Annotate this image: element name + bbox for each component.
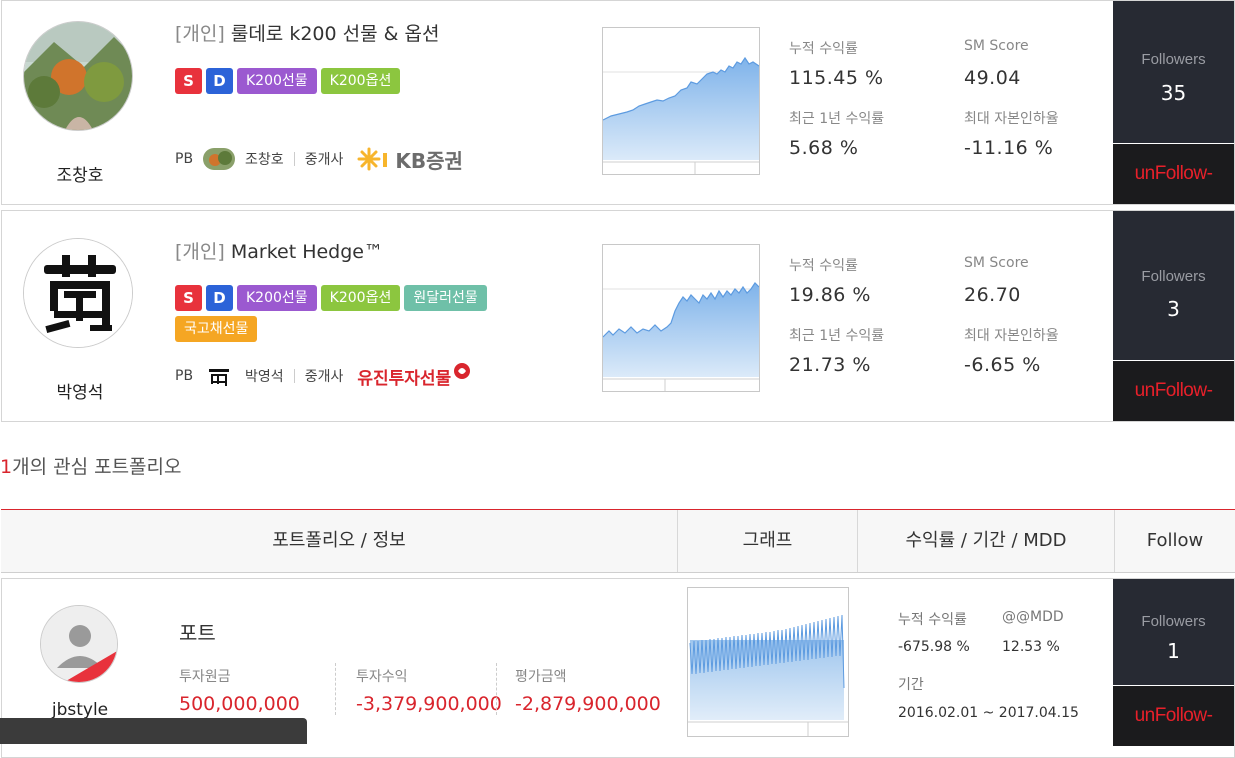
year-return-label: 최근 1년 수익률 — [789, 328, 885, 344]
mdd-label: @@MDD — [1002, 609, 1064, 625]
period-label: 기간 — [898, 677, 924, 693]
pb-label: PB — [175, 151, 194, 167]
strategy-title[interactable]: [개인] Market Hedge™ — [175, 237, 383, 264]
broker-label: 중개사 — [304, 369, 344, 385]
pb-line: PB 조창호 중개사 KB증권 — [175, 145, 463, 174]
mdd-label: 최대 자본인하율 — [964, 328, 1059, 344]
unfollow-button[interactable]: unFollow- — [1113, 686, 1234, 746]
principal-label: 투자원금 — [179, 669, 231, 685]
followers-panel: Followers 35 — [1113, 1, 1234, 143]
th-follow: Follow — [1146, 530, 1204, 551]
badge-s: S — [175, 285, 202, 311]
broker-name: 유진투자선물 — [357, 368, 452, 389]
portfolio-name[interactable]: 포트 — [179, 617, 216, 646]
year-return-label: 최근 1년 수익률 — [789, 111, 885, 127]
performance-chart[interactable] — [602, 27, 760, 175]
strategy-card: 박영석 [개인] Market Hedge™ S D K200선물 K200옵션… — [1, 210, 1235, 422]
sm-score-label: SM Score — [964, 255, 1029, 271]
title-text: Market Hedge™ — [230, 241, 383, 263]
badge-k200-options: K200옵션 — [320, 285, 401, 311]
cum-return-label: 누적 수익률 — [789, 258, 858, 274]
cum-return-value: 115.45 % — [789, 67, 884, 89]
badge-s: S — [175, 68, 202, 94]
th-return-period-mdd: 수익률 / 기간 / MDD — [858, 510, 1115, 572]
sm-score-value: 49.04 — [964, 67, 1021, 89]
broker-label: 중개사 — [304, 152, 344, 168]
portfolio-count-text: 개의 관심 포트폴리오 — [12, 456, 182, 478]
followers-count: 35 — [1160, 81, 1187, 105]
owner-name: jbstyle — [51, 700, 109, 720]
pb-name[interactable]: 박영석 — [245, 366, 284, 386]
valuation-value: -2,879,900,000 — [515, 693, 661, 715]
portfolio-chart[interactable] — [687, 587, 849, 737]
badge-k200-options: K200옵션 — [320, 68, 401, 94]
mdd-value: 12.53 % — [1002, 639, 1060, 655]
unfollow-button[interactable]: unFollow- — [1113, 144, 1234, 204]
badge-d: D — [206, 68, 233, 94]
followers-panel: Followers 1 — [1113, 579, 1234, 685]
cum-return-label: 누적 수익률 — [789, 41, 858, 57]
followers-label: Followers — [1141, 613, 1206, 630]
pb-avatar — [203, 365, 236, 387]
mdd-value: -6.65 % — [964, 354, 1041, 376]
year-return-value: 21.73 % — [789, 354, 871, 376]
badge-list: S D K200선물 K200옵션 원달러선물 국고채선물 — [175, 285, 535, 342]
principal-value: 500,000,000 — [179, 693, 300, 715]
year-return-value: 5.68 % — [789, 137, 859, 159]
valuation-label: 평가금액 — [515, 669, 567, 685]
kb-logo-icon: KB증권 — [357, 145, 463, 174]
title-text: 룰데로 k200 선물 & 옵션 — [230, 23, 440, 45]
divider — [335, 663, 336, 715]
portfolio-count: 1개의 관심 포트폴리오 — [0, 452, 182, 479]
divider — [293, 152, 295, 166]
followers-count: 1 — [1167, 639, 1180, 663]
portfolio-table-header: 포트폴리오 / 정보 그래프 수익률 / 기간 / MDD Follow — [1, 509, 1235, 573]
portfolio-count-number: 1 — [0, 456, 13, 478]
owner-name: 조창호 — [56, 166, 104, 186]
badge-usd-futures: 원달러선물 — [404, 285, 487, 311]
sm-score-label: SM Score — [964, 38, 1029, 54]
mdd-label: 최대 자본인하율 — [964, 111, 1059, 127]
badge-d: D — [206, 285, 233, 311]
cum-return-value: 19.86 % — [789, 284, 871, 306]
badge-bond-futures: 국고채선물 — [175, 316, 258, 342]
eugene-logo-icon: 유진투자선물 — [357, 363, 471, 389]
th-graph: 그래프 — [678, 510, 858, 572]
followers-panel: Followers 3 — [1113, 211, 1234, 360]
unfollow-button[interactable]: unFollow- — [1113, 361, 1234, 421]
title-tag: [개인] — [175, 241, 225, 263]
sm-score-value: 26.70 — [964, 284, 1021, 306]
divider — [496, 663, 497, 715]
pb-line: PB 박영석 중개사 유진투자선물 — [175, 363, 471, 389]
th-portfolio-info: 포트폴리오 / 정보 — [1, 510, 678, 572]
strategy-card: 조창호 [개인] 룰데로 k200 선물 & 옵션 S D K200선물 K20… — [1, 0, 1235, 205]
profit-label: 투자수익 — [356, 669, 408, 685]
avatar[interactable] — [23, 238, 133, 348]
broker-name: KB증권 — [395, 148, 463, 173]
followers-count: 3 — [1167, 297, 1180, 321]
pb-name[interactable]: 조창호 — [245, 149, 284, 169]
strategy-title[interactable]: [개인] 룰데로 k200 선물 & 옵션 — [175, 19, 439, 46]
followers-label: Followers — [1141, 268, 1206, 285]
badge-k200-futures: K200선물 — [237, 285, 317, 311]
divider — [293, 369, 295, 383]
title-tag: [개인] — [175, 23, 225, 45]
badge-list: S D K200선물 K200옵션 — [175, 68, 575, 94]
cum-return-value: -675.98 % — [898, 639, 970, 655]
owner-name: 박영석 — [56, 383, 104, 403]
profit-value: -3,379,900,000 — [356, 693, 502, 715]
period-value: 2016.02.01 ~ 2017.04.15 — [898, 705, 1079, 721]
avatar[interactable] — [23, 21, 133, 131]
mdd-value: -11.16 % — [964, 137, 1054, 159]
cum-return-label: 누적 수익률 — [898, 612, 967, 628]
pb-avatar — [203, 148, 236, 170]
bottom-overlay-bar — [0, 718, 307, 744]
followers-label: Followers — [1141, 51, 1206, 68]
performance-chart[interactable] — [602, 244, 760, 392]
default-avatar-icon[interactable] — [40, 605, 118, 683]
badge-k200-futures: K200선물 — [237, 68, 317, 94]
pb-label: PB — [175, 368, 194, 384]
